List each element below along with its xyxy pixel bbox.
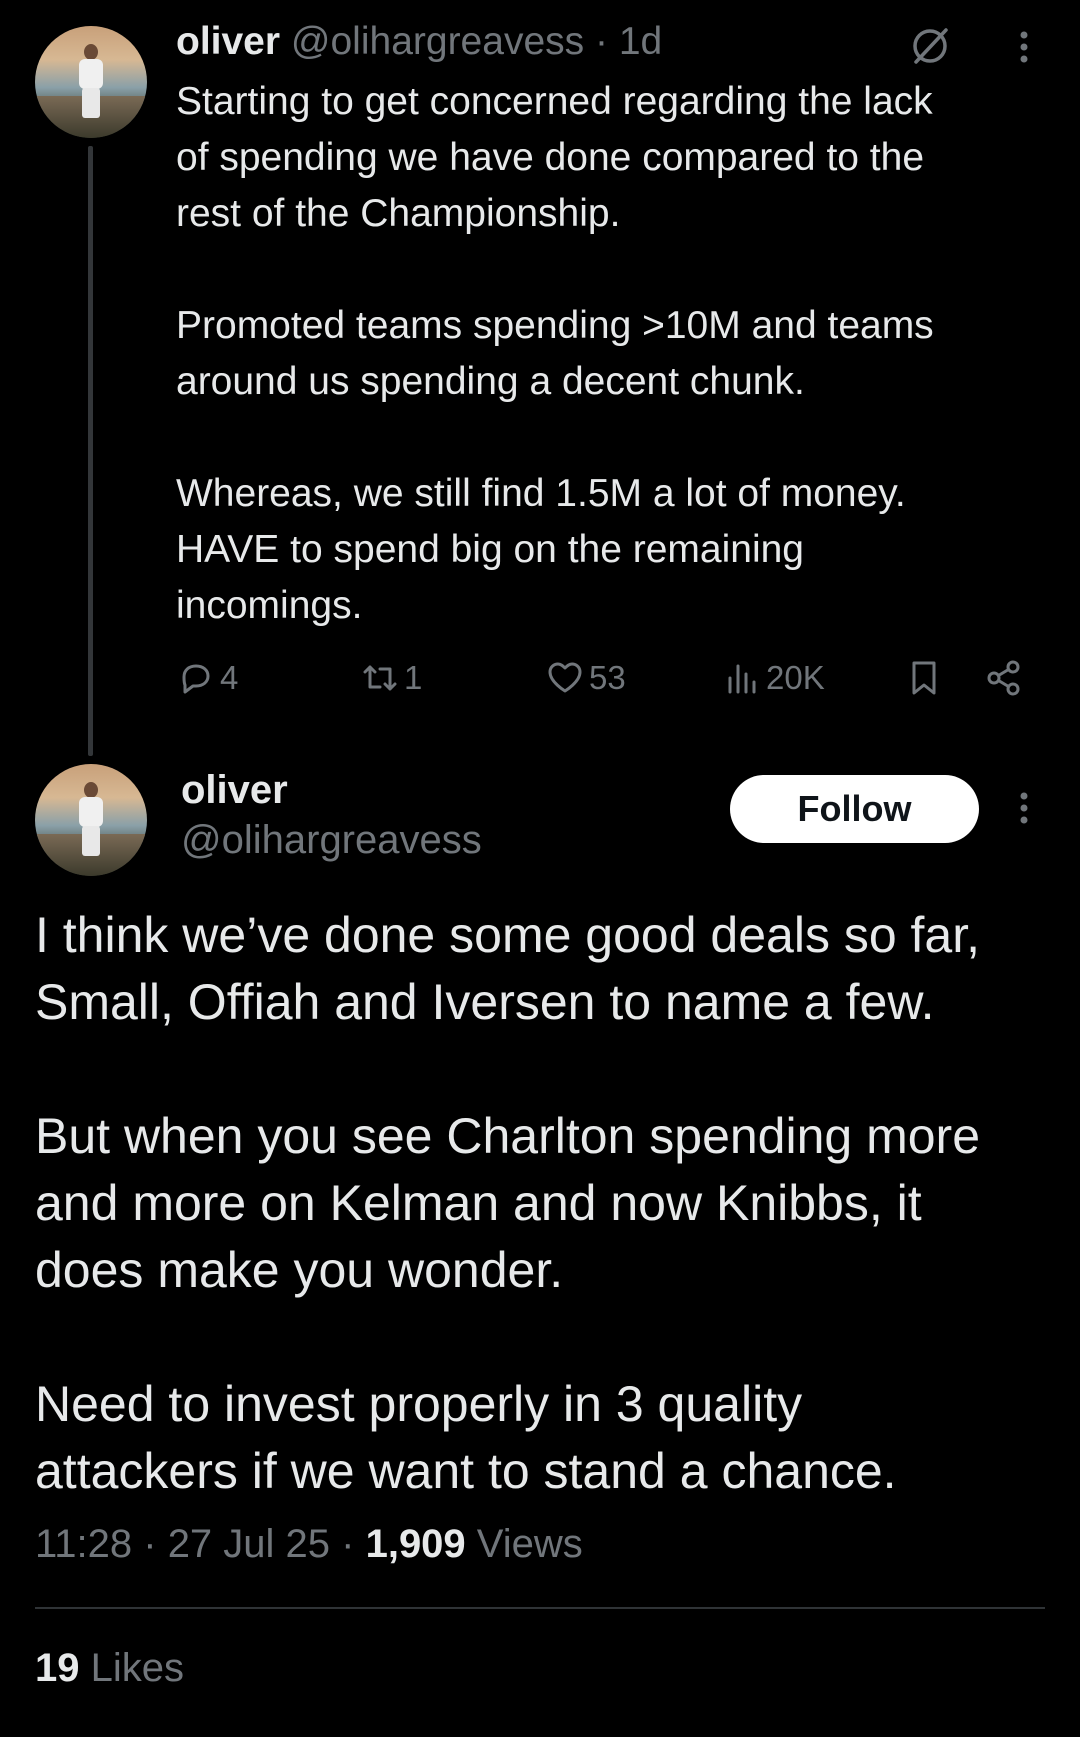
views-count: 1,909	[365, 1522, 466, 1566]
meta-separator: ·	[132, 1522, 168, 1566]
avatar-figure-body	[79, 797, 103, 827]
repost-icon	[363, 665, 397, 691]
tweet-meta: 11:28 · 27 Jul 25 · 1,909 Views	[35, 1522, 583, 1567]
reply-icon	[182, 664, 210, 694]
more-options-icon[interactable]	[1014, 789, 1034, 829]
divider	[35, 1607, 1045, 1609]
tweet-date[interactable]: 27 Jul 25	[168, 1522, 330, 1566]
tweet-actions: 4 1 53 20K	[0, 648, 1080, 708]
tweet-time[interactable]: 11:28	[35, 1522, 132, 1566]
like-count: 53	[589, 659, 626, 696]
share-button[interactable]	[984, 648, 1024, 708]
author-name[interactable]: oliver	[181, 768, 288, 813]
bookmark-icon	[912, 661, 936, 695]
follow-button[interactable]: Follow	[730, 775, 979, 843]
header-separator: ·	[584, 20, 619, 63]
author-name[interactable]: oliver	[176, 20, 280, 63]
tweet-text: Starting to get concerned regarding the …	[176, 80, 934, 627]
grok-icon[interactable]	[906, 22, 954, 70]
bookmark-button[interactable]	[904, 648, 944, 708]
author-handle[interactable]: @olihargreavess	[291, 20, 584, 63]
views-label: Views	[465, 1522, 583, 1566]
views-icon	[728, 664, 756, 694]
avatar-figure-body	[79, 59, 103, 89]
author-handle[interactable]: @olihargreavess	[181, 818, 482, 863]
likes-label: Likes	[79, 1646, 184, 1690]
tweet-time[interactable]: 1d	[619, 20, 662, 63]
avatar[interactable]	[35, 26, 147, 138]
meta-separator: ·	[330, 1522, 366, 1566]
repost-button[interactable]: 1	[360, 648, 422, 708]
avatar-figure-legs	[82, 88, 100, 118]
reply-count: 4	[220, 659, 239, 696]
avatar[interactable]	[35, 764, 147, 876]
views-count: 20K	[766, 659, 825, 696]
views-button[interactable]: 20K	[722, 648, 825, 708]
repost-count: 1	[404, 659, 423, 696]
like-button[interactable]: 53	[545, 648, 626, 708]
avatar-figure-head	[84, 44, 98, 60]
tweet-header: oliver @olihargreavess · 1d	[176, 18, 662, 66]
likes-count: 19	[35, 1646, 80, 1690]
share-icon	[987, 660, 1020, 696]
likes-summary[interactable]: 19 Likes	[35, 1646, 184, 1691]
avatar-figure-legs	[82, 826, 100, 856]
reply-button[interactable]: 4	[176, 648, 238, 708]
avatar-figure-head	[84, 782, 98, 798]
more-options-icon[interactable]	[1014, 28, 1034, 68]
heart-icon	[548, 662, 582, 693]
tweet-text: I think we’ve done some good deals so fa…	[35, 907, 981, 1499]
